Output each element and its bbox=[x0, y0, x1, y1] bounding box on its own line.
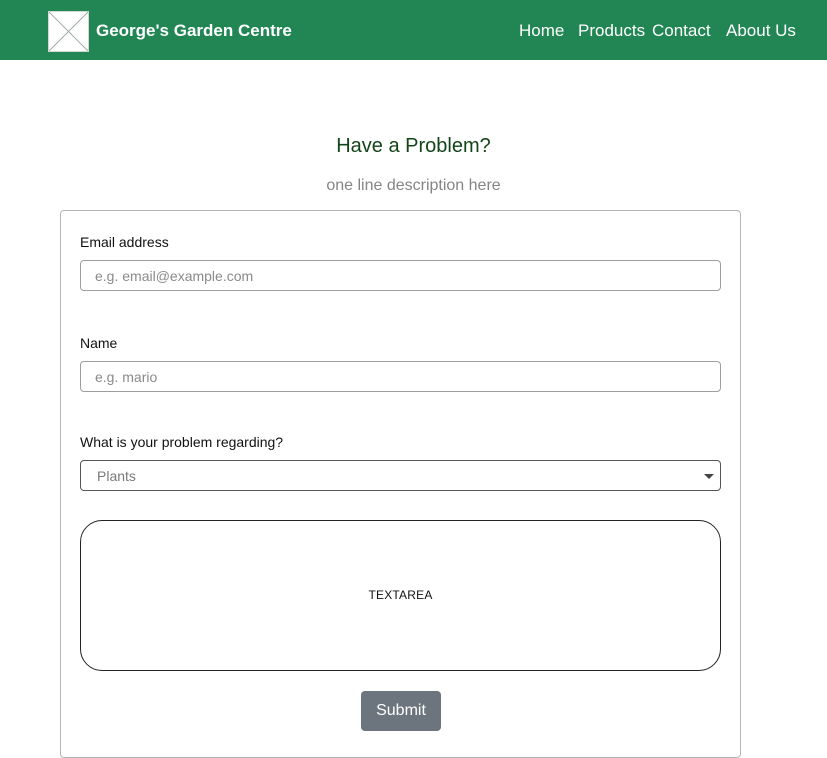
problem-form-card: Email address Name What is your problem … bbox=[60, 210, 741, 758]
email-label: Email address bbox=[80, 234, 169, 250]
name-label: Name bbox=[80, 335, 118, 351]
email-field[interactable] bbox=[80, 260, 721, 291]
submit-button[interactable]: Submit bbox=[361, 691, 441, 731]
image-placeholder-icon[interactable] bbox=[48, 11, 89, 52]
message-textarea[interactable]: TEXTAREA bbox=[80, 520, 721, 671]
nav-about-us-link[interactable]: About Us bbox=[726, 21, 796, 41]
nav-home-link[interactable]: Home bbox=[519, 21, 564, 41]
brand-name[interactable]: George's Garden Centre bbox=[96, 21, 292, 41]
page-title: Have a Problem? bbox=[336, 135, 491, 157]
caret-down-icon bbox=[704, 474, 714, 479]
topic-label: What is your problem regarding? bbox=[80, 434, 284, 450]
nav-products-link[interactable]: Products bbox=[578, 21, 645, 41]
topic-select[interactable]: Plants bbox=[80, 460, 721, 491]
top-navbar: George's Garden Centre Home Products Con… bbox=[0, 0, 827, 60]
textarea-label: TEXTAREA bbox=[368, 588, 433, 602]
topic-select-value: Plants bbox=[97, 468, 136, 484]
page-subtitle: one line description here bbox=[326, 177, 501, 194]
name-field[interactable] bbox=[80, 361, 721, 392]
nav-contact-link[interactable]: Contact bbox=[652, 21, 711, 41]
